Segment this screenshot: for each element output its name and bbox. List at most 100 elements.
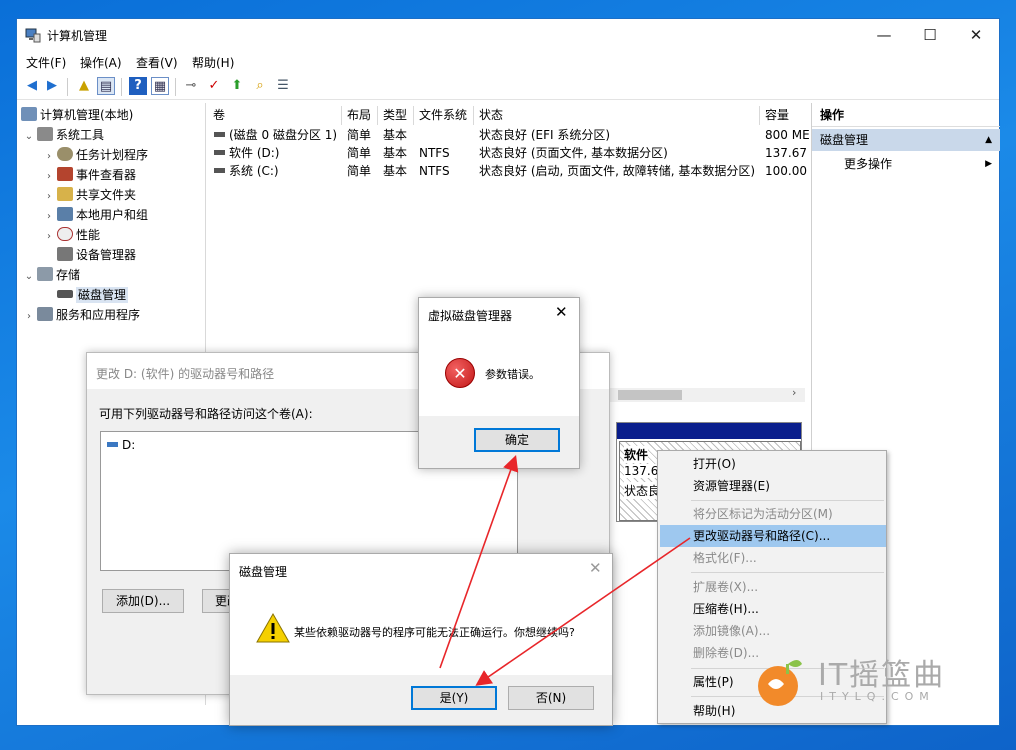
dialog-title: 虚拟磁盘管理器 — [428, 309, 513, 323]
volume-capacity: 100.00 — [765, 164, 807, 178]
tree-item-performance[interactable]: › 性能 — [43, 225, 100, 245]
menu-action[interactable]: 操作(A) — [80, 54, 122, 71]
chevron-right-icon[interactable]: › — [43, 227, 55, 247]
tree-label: 磁盘管理 — [76, 287, 129, 303]
more-actions-label: 更多操作 — [844, 157, 893, 171]
tree-label: 存储 — [56, 268, 81, 282]
column-header-volume[interactable]: 卷 — [208, 106, 342, 125]
tree-label: 本地用户和组 — [76, 208, 149, 222]
connect-icon[interactable]: ⊸ — [182, 77, 200, 95]
volume-status: 状态良好 (页面文件, 基本数据分区) — [479, 146, 668, 160]
volume-name: (磁盘 0 磁盘分区 1) — [214, 126, 342, 144]
list-icon[interactable]: ☰ — [274, 77, 292, 95]
properties-icon[interactable]: ▦ — [151, 77, 169, 95]
add-button[interactable]: 添加(D)... — [102, 589, 184, 613]
menu-item-shrink[interactable]: 压缩卷(H)... — [660, 598, 886, 620]
tree-label: 任务计划程序 — [76, 148, 149, 162]
chevron-down-icon[interactable]: ⌄ — [23, 127, 35, 147]
back-arrow-icon[interactable]: ◀ — [23, 77, 41, 95]
watermark-text: IT摇篮曲 — [818, 658, 946, 693]
column-header-layout[interactable]: 布局 — [342, 106, 378, 125]
import-icon[interactable]: ⬆ — [228, 77, 246, 95]
action-pane-title: 操作 — [812, 103, 1000, 127]
maximize-button[interactable]: ☐ — [907, 19, 953, 51]
title-bar[interactable]: 计算机管理 — ☐ ✕ — [17, 19, 999, 51]
action-section-disk-management[interactable]: 磁盘管理 ▲ — [812, 129, 1000, 151]
column-header-filesystem[interactable]: 文件系统 — [414, 106, 474, 125]
table-row[interactable]: 系统 (C:) 简单 基本 NTFS 状态良好 (启动, 页面文件, 故障转储,… — [208, 162, 809, 180]
volume-layout: 简单 — [347, 146, 372, 160]
help-icon[interactable]: ? — [129, 77, 147, 95]
yes-button[interactable]: 是(Y) — [411, 686, 497, 710]
close-icon[interactable]: ✕ — [555, 303, 568, 321]
column-header-capacity[interactable]: 容量 — [760, 106, 809, 125]
collapse-up-icon[interactable]: ▲ — [985, 129, 992, 151]
storage-icon — [37, 267, 53, 281]
tree-item-task-scheduler[interactable]: › 任务计划程序 — [43, 145, 148, 165]
menu-bar: 文件(F) 操作(A) 查看(V) 帮助(H) — [17, 52, 999, 72]
close-button[interactable]: ✕ — [953, 19, 999, 51]
up-folder-icon[interactable]: ▲ — [75, 77, 93, 95]
forward-arrow-icon[interactable]: ▶ — [43, 77, 61, 95]
warning-icon — [256, 612, 290, 643]
column-header-type[interactable]: 类型 — [378, 106, 414, 125]
tree-item-disk-management[interactable]: 磁盘管理 — [55, 285, 129, 305]
menu-item-open[interactable]: 打开(O) — [660, 453, 886, 475]
volume-type: 基本 — [383, 128, 408, 142]
menu-item-mark-active[interactable]: 将分区标记为活动分区(M) — [660, 503, 886, 525]
menu-item-add-mirror[interactable]: 添加镜像(A)... — [660, 620, 886, 642]
menu-item-format[interactable]: 格式化(F)... — [660, 547, 886, 569]
check-icon[interactable]: ✓ — [205, 77, 223, 95]
menu-view[interactable]: 查看(V) — [136, 54, 178, 71]
menu-file[interactable]: 文件(F) — [26, 54, 66, 71]
more-actions-item[interactable]: 更多操作 ▶ — [812, 153, 1000, 175]
tree-item-event-viewer[interactable]: › 事件查看器 — [43, 165, 136, 185]
menu-divider — [691, 500, 884, 501]
menu-item-extend[interactable]: 扩展卷(X)... — [660, 576, 886, 598]
show-tree-icon[interactable]: ▤ — [97, 77, 115, 95]
shared-folder-icon — [57, 187, 73, 201]
tree-item-root[interactable]: 计算机管理(本地) — [19, 105, 133, 125]
table-row[interactable]: 软件 (D:) 简单 基本 NTFS 状态良好 (页面文件, 基本数据分区) 1… — [208, 144, 809, 162]
dialog-instruction: 可用下列驱动器号和路径访问这个卷(A): — [99, 407, 313, 421]
scrollbar-thumb[interactable] — [618, 390, 682, 400]
column-header-status[interactable]: 状态 — [474, 106, 760, 125]
list-item[interactable]: D: — [107, 438, 135, 452]
no-button[interactable]: 否(N) — [508, 686, 594, 710]
ok-button[interactable]: 确定 — [474, 428, 560, 452]
volume-name-text: 软件 (D:) — [229, 146, 280, 160]
tree-item-device-manager[interactable]: 设备管理器 — [55, 245, 136, 265]
chevron-right-icon[interactable]: › — [43, 167, 55, 187]
chevron-right-icon: ▶ — [985, 159, 992, 169]
chevron-down-icon[interactable]: ⌄ — [23, 267, 35, 287]
tree-item-local-users[interactable]: › 本地用户和组 — [43, 205, 148, 225]
minimize-button[interactable]: — — [861, 19, 907, 51]
table-row[interactable]: (磁盘 0 磁盘分区 1) 简单 基本 状态良好 (EFI 系统分区) 800 … — [208, 126, 809, 144]
drive-letter: D: — [122, 438, 136, 452]
menu-item-explorer[interactable]: 资源管理器(E) — [660, 475, 886, 497]
partition-color-bar — [617, 423, 801, 439]
chevron-right-icon[interactable]: › — [43, 207, 55, 227]
dialog-title: 磁盘管理 — [239, 565, 288, 579]
partition-status: 状态良 — [624, 482, 661, 499]
toolbar-divider — [67, 78, 68, 96]
chevron-right-icon[interactable]: › — [23, 307, 35, 327]
tree-item-shared-folders[interactable]: › 共享文件夹 — [43, 185, 136, 205]
event-log-icon — [57, 167, 73, 181]
tree-item-services-apps[interactable]: › 服务和应用程序 — [23, 305, 140, 325]
menu-help[interactable]: 帮助(H) — [192, 54, 234, 71]
tree-item-system-tools[interactable]: ⌄ 系统工具 — [23, 125, 104, 145]
scroll-right-icon[interactable]: › — [792, 386, 796, 399]
error-message: 参数错误。 — [485, 368, 540, 381]
close-icon[interactable]: ✕ — [589, 559, 602, 577]
tree-label: 计算机管理(本地) — [40, 108, 134, 122]
chevron-right-icon[interactable]: › — [43, 187, 55, 207]
volume-status: 状态良好 (启动, 页面文件, 故障转储, 基本数据分区) — [479, 164, 756, 178]
search-icon[interactable]: ⌕ — [251, 77, 269, 95]
partition-name: 软件 — [624, 446, 649, 463]
watermark-subtext: ITYLQ.COM — [820, 690, 935, 703]
chevron-right-icon[interactable]: › — [43, 147, 55, 167]
tree-item-storage[interactable]: ⌄ 存储 — [23, 265, 80, 285]
horizontal-scrollbar[interactable]: › — [600, 386, 805, 402]
menu-item-change-drive-letter[interactable]: 更改驱动器号和路径(C)... — [660, 525, 886, 547]
